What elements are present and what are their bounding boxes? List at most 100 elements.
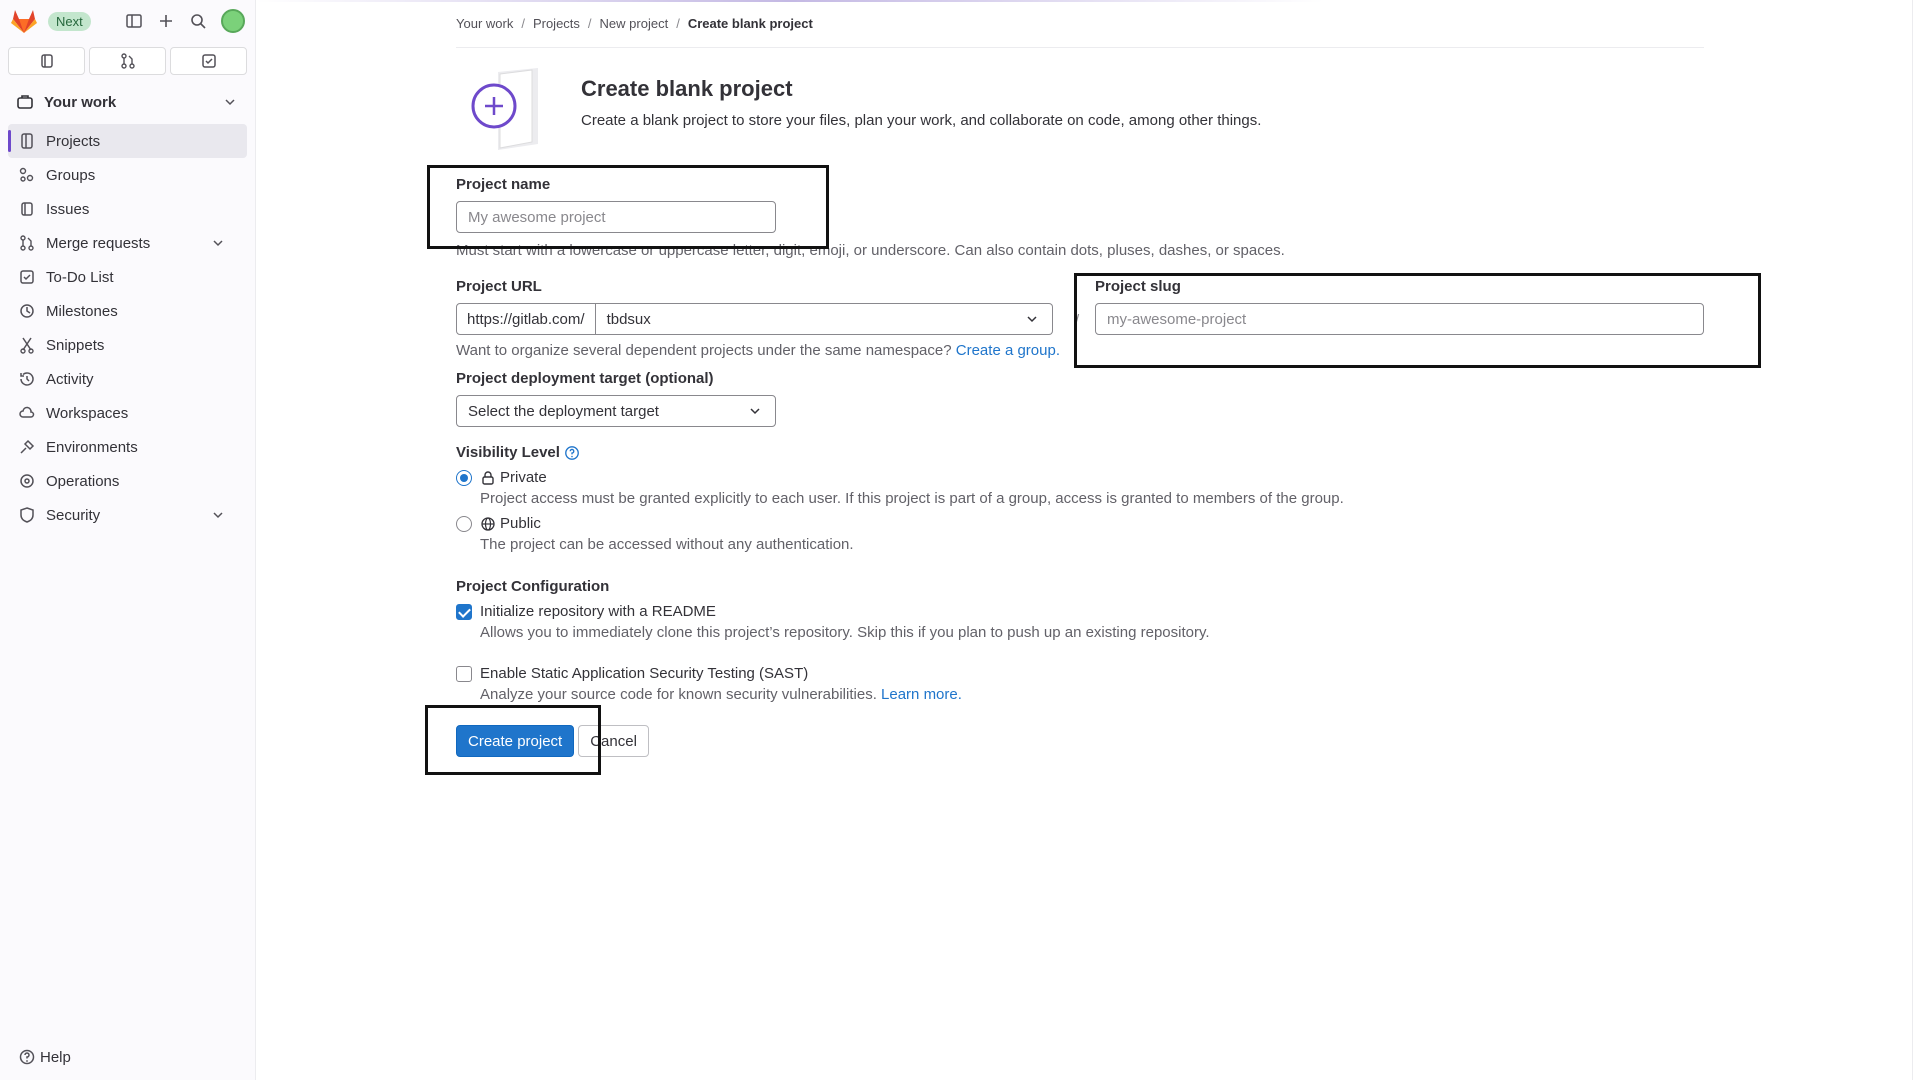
breadcrumb-separator: /	[676, 16, 680, 31]
highlight-box-project-slug	[1074, 273, 1761, 368]
chevron-down-icon	[213, 240, 223, 247]
sidebar-nav: Projects Groups Issues Merge requests To…	[8, 124, 247, 532]
project-url-help-text: Want to organize several dependent proje…	[456, 342, 952, 359]
milestone-icon	[20, 304, 34, 318]
scrollbar[interactable]	[1912, 0, 1920, 1080]
sidebar-item-label: Environments	[46, 438, 138, 456]
project-icon	[21, 133, 33, 149]
readme-label: Initialize repository with a README	[480, 603, 716, 620]
sidebar-item-label: Snippets	[46, 336, 105, 354]
chevron-down-icon	[213, 512, 223, 519]
visibility-private-option[interactable]: Private	[456, 469, 1344, 486]
project-configuration-label: Project Configuration	[456, 578, 610, 595]
breadcrumb-new-project[interactable]: New project	[600, 16, 669, 31]
project-url-field: Project URL https://gitlab.com/ tbdsux	[456, 278, 1053, 335]
readme-option[interactable]: Initialize repository with a README	[456, 603, 1210, 620]
sidebar-item-merge-requests[interactable]: Merge requests	[8, 226, 247, 260]
highlight-box-create-project	[425, 705, 601, 775]
sidebar-item-label: Security	[46, 506, 101, 524]
visibility-private-help: Project access must be granted explicitl…	[480, 490, 1344, 507]
sidebar-item-label: Merge requests	[46, 234, 151, 252]
page-description: Create a blank project to store your fil…	[581, 112, 1262, 129]
learn-more-link[interactable]: Learn more.	[881, 686, 962, 703]
work-icon	[17, 95, 33, 109]
visibility-public-help: The project can be accessed without any …	[480, 536, 854, 553]
merge-request-icon	[20, 235, 34, 251]
url-prefix: https://gitlab.com/	[456, 303, 596, 335]
next-badge[interactable]: Next	[48, 11, 91, 31]
sidebar-item-environments[interactable]: Environments	[8, 430, 247, 464]
todo-icon	[20, 270, 34, 284]
issues-icon	[40, 54, 53, 68]
sast-option[interactable]: Enable Static Application Security Testi…	[456, 665, 1210, 682]
sidebar-item-operations[interactable]: Operations	[8, 464, 247, 498]
sidebar-item-label: Workspaces	[46, 404, 129, 422]
readme-help: Allows you to immediately clone this pro…	[480, 624, 1210, 641]
sidebar-item-activity[interactable]: Activity	[8, 362, 247, 396]
chevron-down-icon	[1027, 316, 1037, 323]
cloud-icon	[19, 406, 35, 418]
deployment-target-value: Select the deployment target	[468, 402, 659, 420]
visibility-private-label: Private	[500, 469, 547, 486]
deployments-icon	[20, 474, 34, 488]
sast-help-text: Analyze your source code for known secur…	[480, 686, 877, 703]
create-group-link[interactable]: Create a group.	[956, 342, 1060, 359]
merge-requests-button[interactable]	[89, 47, 166, 75]
namespace-value: tbdsux	[606, 310, 651, 328]
group-icon	[19, 167, 34, 182]
sidebar-counts	[8, 47, 247, 75]
search-icon[interactable]	[189, 12, 207, 30]
sidebar-item-projects[interactable]: Projects	[8, 124, 247, 158]
deployment-target-select[interactable]: Select the deployment target	[456, 395, 776, 427]
visibility-public-radio[interactable]	[456, 515, 472, 532]
avatar[interactable]	[221, 9, 245, 33]
context-label: Your work	[44, 93, 117, 111]
breadcrumb-separator: /	[587, 16, 592, 31]
deployment-target-label: Project deployment target (optional)	[456, 370, 714, 387]
lock-icon	[482, 470, 494, 485]
visibility-public-label: Public	[500, 515, 541, 532]
environment-icon	[20, 439, 35, 454]
sast-help: Analyze your source code for known secur…	[480, 686, 1210, 703]
snippet-icon	[20, 337, 34, 354]
chevron-down-icon	[225, 99, 235, 106]
breadcrumb: Your work / Projects / New project / Cre…	[456, 0, 1704, 48]
context-switcher[interactable]: Your work	[8, 86, 247, 118]
breadcrumb-your-work[interactable]: Your work	[456, 16, 513, 31]
sidebar-item-label: Groups	[46, 166, 96, 184]
assigned-issues-button[interactable]	[8, 47, 85, 75]
visibility-public-option[interactable]: Public	[456, 515, 1344, 532]
breadcrumb-separator: /	[521, 16, 525, 31]
breadcrumb-projects[interactable]: Projects	[533, 16, 580, 31]
question-icon	[19, 1049, 35, 1065]
todos-button[interactable]	[170, 47, 247, 75]
sidebar-toggle-icon[interactable]	[125, 12, 143, 30]
sidebar: Next Your work Projects Groups Issues Me…	[0, 0, 256, 1080]
sidebar-item-snippets[interactable]: Snippets	[8, 328, 247, 362]
sidebar-item-milestones[interactable]: Milestones	[8, 294, 247, 328]
help-button[interactable]: Help	[18, 1048, 71, 1066]
visibility-level-label: Visibility Level	[456, 444, 560, 461]
sidebar-item-issues[interactable]: Issues	[8, 192, 247, 226]
sidebar-item-workspaces[interactable]: Workspaces	[8, 396, 247, 430]
sidebar-item-label: Issues	[46, 200, 90, 218]
sidebar-item-label: To-Do List	[46, 268, 114, 286]
sidebar-item-groups[interactable]: Groups	[8, 158, 247, 192]
question-icon[interactable]	[564, 445, 580, 461]
namespace-select[interactable]: tbdsux	[595, 303, 1053, 335]
history-icon	[20, 372, 34, 386]
breadcrumb-current[interactable]: Create blank project	[688, 16, 813, 31]
merge-request-icon	[120, 53, 135, 69]
visibility-private-radio[interactable]	[456, 469, 472, 486]
plus-icon[interactable]	[157, 12, 175, 30]
sidebar-item-label: Milestones	[46, 302, 118, 320]
deployment-target-field: Project deployment target (optional) Sel…	[456, 370, 776, 427]
sast-checkbox[interactable]	[456, 665, 472, 682]
main-content: Your work / Projects / New project / Cre…	[456, 0, 1704, 757]
sidebar-item-todo-list[interactable]: To-Do List	[8, 260, 247, 294]
chevron-down-icon	[750, 408, 760, 415]
sidebar-item-label: Activity	[46, 370, 94, 388]
gitlab-logo-icon[interactable]	[10, 8, 38, 34]
readme-checkbox[interactable]	[456, 603, 472, 620]
sidebar-item-security[interactable]: Security	[8, 498, 247, 532]
